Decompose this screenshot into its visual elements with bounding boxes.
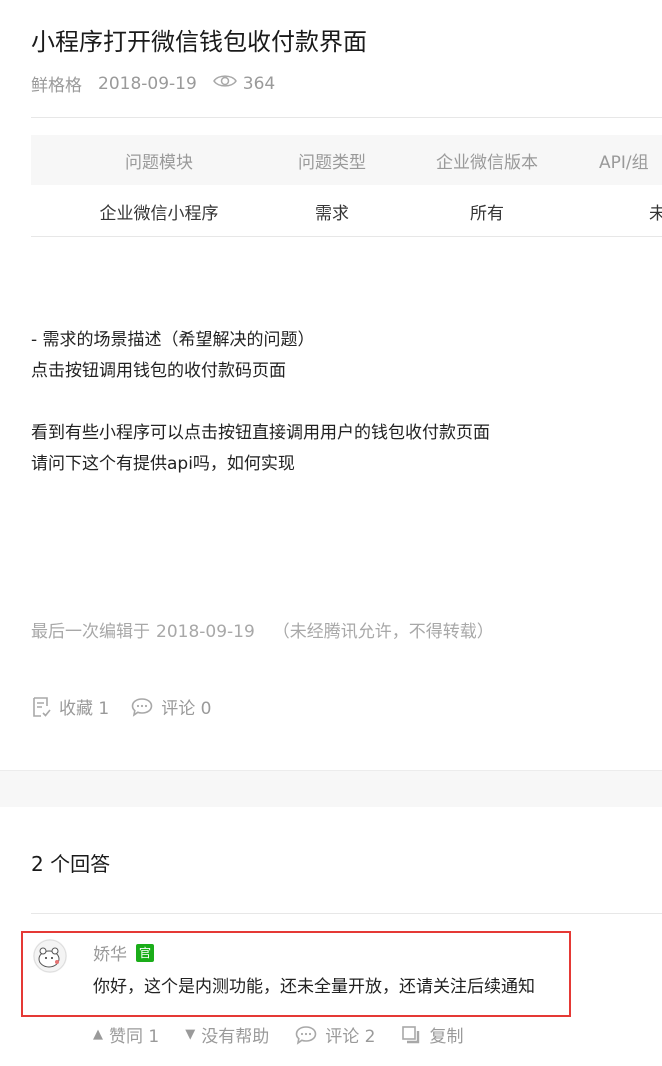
comment-icon (295, 1025, 317, 1045)
post-author[interactable]: 鲜格格 (31, 71, 82, 96)
post-content: - 需求的场景描述（希望解决的问题） 点击按钮调用钱包的收付款码页面 看到有些小… (31, 325, 490, 480)
value-module: 企业微信小程序 (99, 203, 219, 224)
post-meta: 鲜格格 2018-09-19 364 (31, 71, 276, 97)
answers-count: 2 个回答 (31, 852, 111, 876)
post-actions: 收藏 1 评论 0 (31, 694, 233, 719)
divider (31, 117, 662, 118)
header-type: 问题类型 (298, 152, 366, 173)
edit-date: 2018-09-19 (156, 622, 255, 642)
copyright-note: （未经腾讯允许，不得转载） (272, 622, 494, 642)
unhelpful-button[interactable]: ▼ 没有帮助 (185, 1022, 269, 1047)
info-table-row: 企业微信小程序 需求 所有 未 (31, 185, 662, 237)
comment-button[interactable]: 评论 0 (131, 694, 211, 719)
triangle-down-icon: ▼ (185, 1027, 196, 1042)
section-separator (0, 770, 662, 807)
copy-button[interactable]: 复制 (401, 1022, 463, 1047)
header-api: API/组 (599, 152, 649, 173)
copy-icon (402, 1025, 420, 1043)
info-table-header: 问题模块 问题类型 企业微信版本 API/组 (31, 135, 662, 185)
eye-icon (212, 73, 237, 94)
favorite-button[interactable]: 收藏 1 (31, 694, 109, 719)
unhelpful-label: 没有帮助 (201, 1027, 270, 1047)
value-type: 需求 (315, 203, 349, 224)
official-badge: 官 (136, 943, 154, 962)
divider (31, 236, 662, 237)
like-label: 赞同 1 (109, 1027, 160, 1047)
favorite-label: 收藏 1 (59, 699, 110, 719)
edit-info: 最后一次编辑于 2018-09-19 （未经腾讯允许，不得转载） (31, 617, 494, 642)
avatar[interactable] (33, 939, 67, 973)
info-table: 问题模块 问题类型 企业微信版本 API/组 企业微信小程序 需求 所有 未 (31, 135, 662, 237)
content-line: 点击按钮调用钱包的收付款码页面 (31, 361, 286, 381)
answer-comment-label: 评论 2 (325, 1027, 376, 1047)
triangle-up-icon: ▲ (93, 1027, 103, 1042)
content-line: - 需求的场景描述（希望解决的问题） (31, 330, 315, 350)
header-module: 问题模块 (125, 152, 193, 173)
value-api: 未 (649, 203, 662, 224)
content-line: 看到有些小程序可以点击按钮直接调用用户的钱包收付款页面 (31, 423, 490, 443)
answer-author-name[interactable]: 娇华 (93, 940, 127, 965)
divider (31, 913, 662, 914)
header-version: 企业微信版本 (436, 152, 538, 173)
answer-author: 娇华 官 (93, 940, 154, 965)
post-title: 小程序打开微信钱包收付款界面 (31, 28, 367, 56)
content-line (31, 387, 490, 418)
answer-comment-button[interactable]: 评论 2 (295, 1022, 375, 1047)
edit-label: 最后一次编辑于 (31, 622, 150, 642)
answer-text: 你好，这个是内测功能，还未全量开放，还请关注后续通知 (93, 977, 535, 997)
content-line: 请问下这个有提供api吗，如何实现 (31, 454, 295, 474)
value-version: 所有 (470, 203, 504, 224)
answer-actions: ▲ 赞同 1 ▼ 没有帮助 评论 2 复制 (93, 1022, 489, 1047)
comment-icon (131, 697, 153, 717)
comment-label: 评论 0 (161, 699, 212, 719)
post-date: 2018-09-19 (98, 73, 197, 94)
view-count: 364 (242, 73, 276, 94)
copy-label: 复制 (429, 1027, 464, 1047)
bookmark-icon (33, 696, 51, 717)
like-button[interactable]: ▲ 赞同 1 (93, 1022, 159, 1047)
